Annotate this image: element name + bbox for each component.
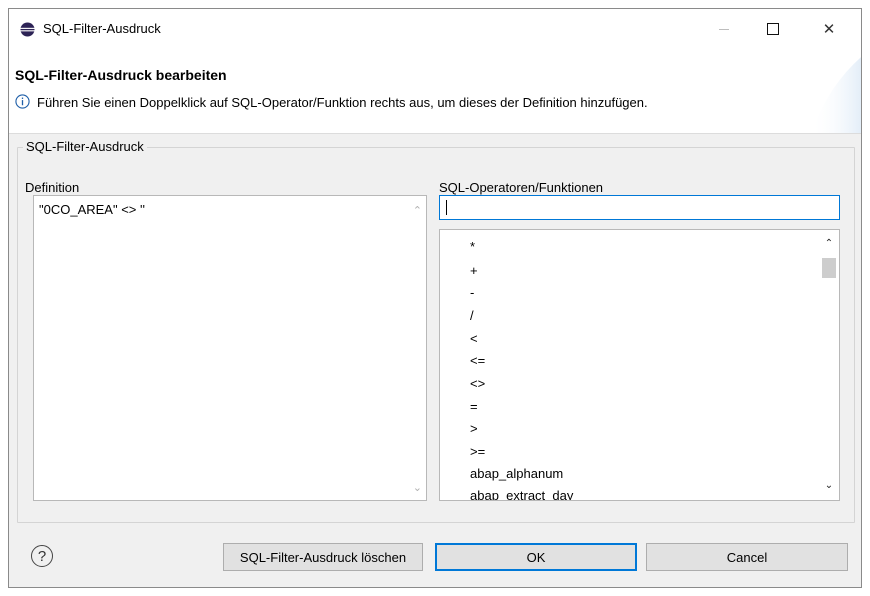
scroll-down-arrow-icon[interactable]: ⌄ <box>819 480 839 498</box>
scroll-up-arrow-icon[interactable]: ⌃ <box>819 238 839 256</box>
minimize-button[interactable] <box>701 9 747 49</box>
eclipse-app-icon <box>20 22 35 37</box>
clear-filter-button[interactable]: SQL-Filter-Ausdruck löschen <box>223 543 423 571</box>
sql-filter-dialog: SQL-Filter-Ausdruck ✕ SQL-Filter-Ausdruc… <box>8 8 862 588</box>
cancel-button[interactable]: Cancel <box>646 543 848 571</box>
maximize-icon <box>767 23 779 35</box>
list-item[interactable]: < <box>470 328 478 350</box>
ok-button[interactable]: OK <box>435 543 637 571</box>
list-item[interactable]: + <box>470 260 478 282</box>
list-item[interactable]: >= <box>470 441 485 463</box>
info-message: Führen Sie einen Doppelklick auf SQL-Ope… <box>37 95 648 110</box>
close-button[interactable]: ✕ <box>806 9 852 49</box>
list-item[interactable]: <> <box>470 373 485 395</box>
list-item[interactable]: = <box>470 396 478 418</box>
dialog-header: SQL-Filter-Ausdruck bearbeiten Führen Si… <box>9 49 861 134</box>
list-item[interactable]: abap_alphanum <box>470 463 563 485</box>
window-title: SQL-Filter-Ausdruck <box>43 21 161 36</box>
list-item[interactable]: - <box>470 282 474 304</box>
definition-text: "0CO_AREA" <> '' <box>39 202 145 217</box>
list-item[interactable]: * <box>470 236 475 258</box>
text-caret <box>446 200 447 215</box>
operators-label: SQL-Operatoren/Funktionen <box>439 180 604 195</box>
operators-scrollbar[interactable]: ⌃ ⌄ <box>819 230 839 500</box>
scroll-up-icon[interactable]: ⌃ <box>413 204 422 217</box>
info-icon <box>15 94 30 109</box>
dialog-heading: SQL-Filter-Ausdruck bearbeiten <box>15 67 227 83</box>
scrollbar-thumb[interactable] <box>822 258 836 278</box>
list-item[interactable]: abap_extract_day <box>470 485 573 500</box>
operator-search-input[interactable] <box>439 195 840 220</box>
group-legend: SQL-Filter-Ausdruck <box>23 139 147 154</box>
maximize-button[interactable] <box>750 9 796 49</box>
close-icon: ✕ <box>822 21 836 38</box>
list-item[interactable]: > <box>470 418 478 440</box>
header-decoration <box>811 57 861 133</box>
list-item[interactable]: / <box>470 305 474 327</box>
minimize-icon <box>719 28 729 30</box>
definition-label: Definition <box>25 180 80 195</box>
title-bar[interactable]: SQL-Filter-Ausdruck ✕ <box>9 9 861 49</box>
scroll-down-icon[interactable]: ⌄ <box>413 481 422 494</box>
operators-list[interactable]: * + - / < <= <> = > >= abap_alphanum aba… <box>439 229 840 501</box>
definition-textarea[interactable]: "0CO_AREA" <> '' ⌃ ⌄ <box>33 195 427 501</box>
list-item[interactable]: <= <box>470 350 485 372</box>
help-icon[interactable]: ? <box>31 545 53 567</box>
